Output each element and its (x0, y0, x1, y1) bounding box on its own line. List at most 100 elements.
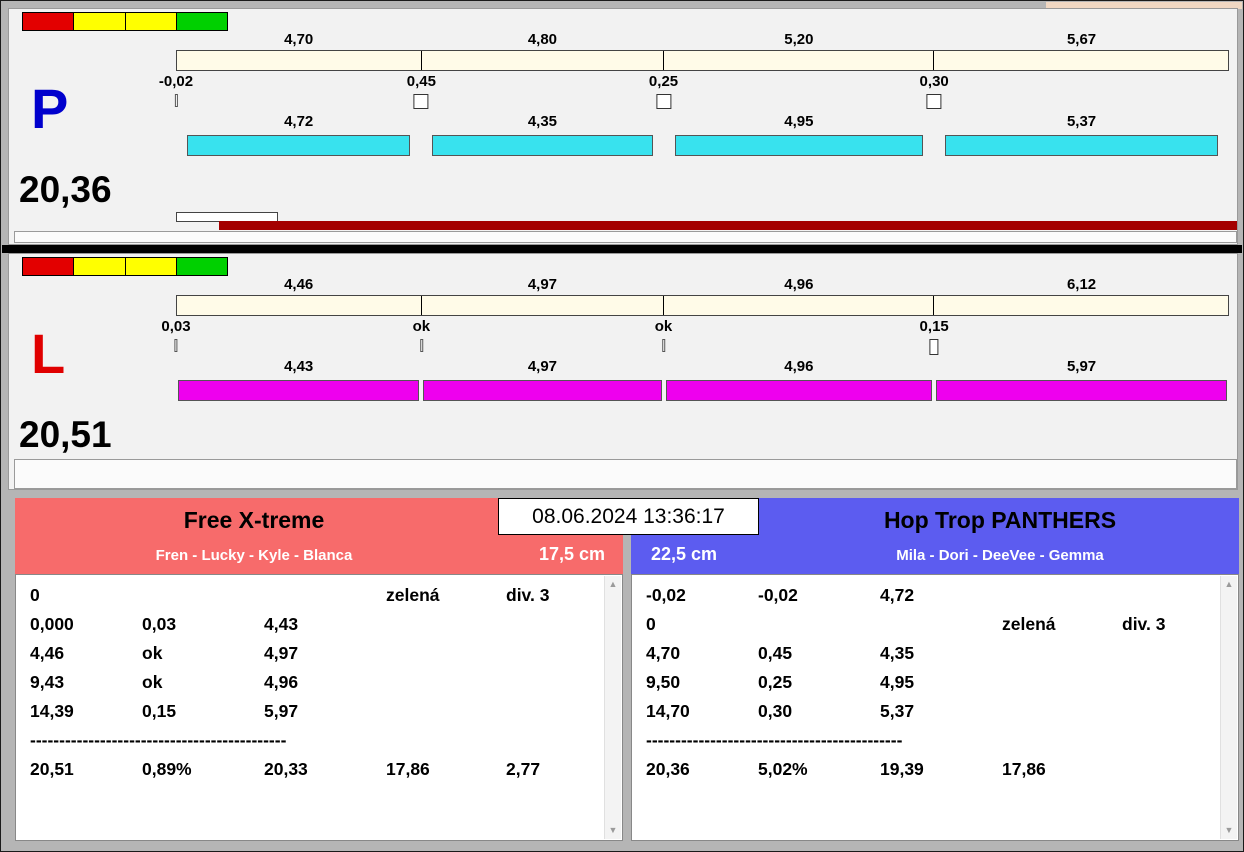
lane-footer-strip (14, 459, 1237, 489)
table-cell: 0,15 (142, 701, 177, 721)
split-time-label: 4,70 (284, 31, 314, 48)
table-cell (386, 639, 506, 668)
checkbox-marker[interactable] (413, 94, 429, 109)
delta-item: 0,25 (649, 73, 678, 109)
table-row: 9,50 0,25 4,95 (632, 668, 1220, 697)
lane-letter: P (31, 77, 69, 140)
table-cell: 5,37 (880, 701, 915, 721)
table-cell: 9,43 (30, 672, 65, 692)
table-cell (1122, 581, 1220, 610)
scrollbar[interactable]: ▲ ▼ (1220, 576, 1237, 839)
table-cell: div. 3 (1122, 614, 1166, 634)
table-cell: 4,43 (264, 614, 299, 634)
scroll-down-arrow[interactable]: ▼ (605, 826, 621, 835)
scroll-up-arrow[interactable]: ▲ (1221, 580, 1237, 589)
dog-time-segment: 5,97 (934, 358, 1229, 404)
lane-footer-strip (14, 231, 1237, 243)
lane-letter: L (31, 322, 66, 385)
delta-value: ok (412, 318, 431, 335)
split-time-label: 4,46 (284, 276, 314, 293)
dog-time-bar (423, 380, 662, 401)
delta-item: 0,15 (920, 318, 949, 355)
split-bar-top (176, 295, 1229, 316)
table-cell: zelená (1002, 614, 1056, 634)
table-cell (1002, 697, 1122, 726)
results-section: Free X-treme Fren - Lucky - Kyle - Blanc… (8, 493, 1239, 846)
table-row: 0,000 0,03 4,43 (16, 610, 604, 639)
table-cell (386, 610, 506, 639)
checkbox-marker[interactable] (926, 94, 942, 109)
split-time-label: 4,97 (527, 276, 558, 293)
table-row: 0 zelená div. 3 (16, 581, 604, 610)
delta-value: 0,30 (919, 73, 949, 90)
split-bar-segment (663, 296, 934, 315)
table-cell: 4,46 (30, 643, 65, 663)
dog-time-segment: 4,96 (664, 358, 935, 404)
table-cell: 0,25 (758, 672, 793, 692)
checkbox-marker[interactable] (656, 94, 672, 109)
team-results-table: 0 zelená div. 3 0,000 0,03 4,43 4,46 ok 4,97 9,43… (15, 574, 623, 841)
jump-height-label: 22,5 cm (651, 544, 718, 564)
split-labels-top: 4,46 4,97 4,96 6,12 (176, 276, 1229, 294)
delta-value: 0,45 (406, 73, 436, 90)
dog-time-label: 4,43 (284, 358, 314, 375)
table-row: 20,36 5,02% 19,39 17,86 (632, 755, 1220, 784)
status-light (23, 258, 75, 275)
table-separator: ----------------------------------------… (646, 730, 903, 750)
status-light (125, 13, 177, 30)
delta-value: 0,25 (648, 73, 679, 90)
dog-time-segment: 4,72 (176, 113, 421, 159)
table-cell: 20,33 (264, 759, 308, 779)
table-cell: 20,51 (30, 759, 74, 779)
table-row: 9,43 ok 4,96 (16, 668, 604, 697)
jump-height-label: 17,5 cm (538, 544, 605, 564)
table-cell: 17,86 (386, 759, 430, 779)
app-window: P 4,70 4,80 5,20 5,67 -0,02 0,45 0,25 0,30 4,7… (0, 0, 1244, 852)
status-light (176, 13, 227, 30)
table-cell: 2,77 (506, 759, 541, 779)
dog-time-label: 4,96 (784, 358, 814, 375)
dog-time-label: 4,72 (284, 113, 314, 130)
table-row: 4,46 ok 4,97 (16, 639, 604, 668)
table-cell (386, 697, 506, 726)
table-cell: 4,96 (264, 672, 299, 692)
delta-item: ok (655, 318, 672, 352)
tick-marker (929, 339, 939, 355)
table-cell: 0,30 (758, 701, 793, 721)
table-cell: -0,02 (758, 585, 798, 605)
table-cell: 0,89% (142, 759, 192, 779)
dog-time-segment: 5,37 (934, 113, 1229, 159)
dog-time-label: 4,97 (527, 358, 558, 375)
table-cell (506, 697, 604, 726)
run-progress-fill (219, 221, 1237, 230)
delta-item: -0,02 (159, 73, 193, 107)
delta-item: 0,45 (407, 73, 436, 109)
tick-marker (419, 339, 423, 352)
table-cell (264, 581, 386, 610)
scroll-up-arrow[interactable]: ▲ (605, 580, 621, 589)
scroll-down-arrow[interactable]: ▼ (1221, 826, 1237, 835)
split-time-label: 5,67 (1066, 31, 1097, 48)
dog-time-segment: 4,95 (664, 113, 935, 159)
lane-divider (2, 245, 1242, 253)
table-cell (1002, 639, 1122, 668)
split-time-label: 5,20 (784, 31, 814, 48)
table-cell (1122, 668, 1220, 697)
table-cell: 0,000 (30, 614, 74, 634)
table-cell (506, 668, 604, 697)
table-body: 0 zelená div. 3 0,000 0,03 4,43 4,46 ok 4,97 9,43… (16, 581, 604, 839)
delta-value: -0,02 (158, 73, 194, 90)
status-light (74, 258, 126, 275)
split-labels-top: 4,70 4,80 5,20 5,67 (176, 31, 1229, 49)
table-cell (142, 581, 264, 610)
team-results-table: -0,02 -0,02 4,72 0 zelená div. 3 4,70 0,45 4,35 9… (631, 574, 1239, 841)
table-cell: div. 3 (506, 585, 550, 605)
table-row: 14,70 0,30 5,37 (632, 697, 1220, 726)
table-cell: 17,86 (1002, 759, 1046, 779)
table-cell (1122, 697, 1220, 726)
dog-time-label: 5,97 (1066, 358, 1097, 375)
table-cell (506, 610, 604, 639)
scrollbar[interactable]: ▲ ▼ (604, 576, 621, 839)
table-cell: 4,95 (880, 672, 915, 692)
split-bar-segment (663, 51, 934, 70)
